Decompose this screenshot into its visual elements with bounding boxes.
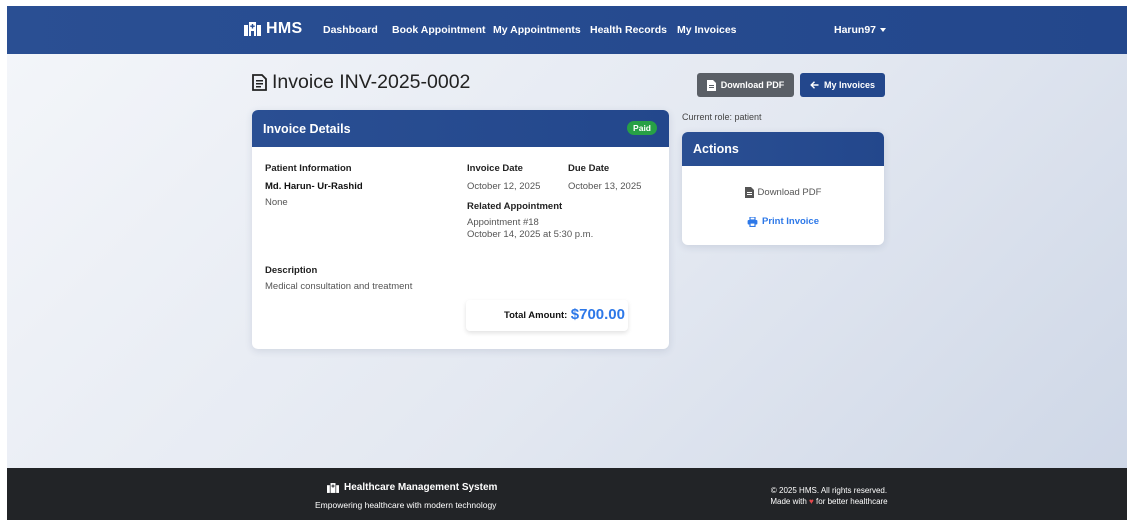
action-print-invoice-label: Print Invoice: [761, 216, 819, 227]
total-amount-value: $700.00: [570, 306, 625, 323]
due-date-label: Due Date: [568, 163, 610, 174]
made-with-suffix: for better healthcare: [816, 497, 888, 506]
due-date: October 13, 2025: [568, 181, 642, 192]
caret-down-icon: [880, 28, 887, 32]
hospital-icon: [327, 482, 339, 493]
nav-my-invoices[interactable]: My Invoices: [677, 24, 737, 36]
actions-title: Actions: [693, 142, 739, 156]
patient-name: Md. Harun- Ur-Rashid: [265, 181, 363, 192]
status-badge: Paid: [627, 121, 657, 135]
total-amount-box: Total Amount: $700.00: [466, 300, 628, 331]
footer-title: Healthcare Management System: [327, 482, 497, 493]
nav-my-appointments[interactable]: My Appointments: [493, 24, 581, 36]
actions-card-header: Actions: [682, 132, 884, 166]
footer: Healthcare Management System Empowering …: [7, 468, 1127, 520]
heart-icon: ♥: [809, 497, 814, 506]
related-appointment-datetime: October 14, 2025 at 5:30 p.m.: [467, 229, 594, 240]
total-amount-label: Total Amount:: [504, 310, 568, 321]
navbar: HMS Dashboard Book Appointment My Appoin…: [7, 6, 1127, 54]
my-invoices-button[interactable]: My Invoices: [800, 73, 885, 97]
invoice-details-card: Invoice Details Paid Patient Information…: [252, 110, 669, 349]
footer-copyright-block: © 2025 HMS. All rights reserved. Made wi…: [759, 485, 899, 507]
user-menu[interactable]: Harun97: [834, 24, 887, 36]
related-appointment: Appointment #18: [467, 217, 539, 228]
action-print-invoice[interactable]: Print Invoice: [682, 216, 884, 227]
patient-extra: None: [265, 197, 288, 208]
nav-book-appointment[interactable]: Book Appointment: [392, 24, 486, 36]
brand-text: HMS: [266, 20, 303, 37]
invoice-icon: [252, 74, 267, 91]
file-pdf-icon: [706, 79, 716, 91]
download-pdf-label: Download PDF: [720, 80, 785, 90]
printer-icon: [747, 216, 758, 227]
description-text: Medical consultation and treatment: [265, 281, 413, 292]
made-with-prefix: Made with: [770, 497, 807, 506]
invoice-card-header: Invoice Details Paid: [252, 110, 669, 147]
action-download-pdf-label: Download PDF: [757, 187, 822, 198]
related-appointment-label: Related Appointment: [467, 201, 563, 212]
arrow-left-icon: [810, 81, 819, 89]
hospital-icon: [244, 22, 261, 36]
page-title: Invoice INV-2025-0002: [252, 71, 470, 94]
current-role: Current role: patient: [682, 112, 762, 122]
nav-dashboard[interactable]: Dashboard: [323, 24, 378, 36]
app-frame: HMS Dashboard Book Appointment My Appoin…: [7, 6, 1127, 520]
actions-card: Actions Download PDF Print Invoice: [682, 132, 884, 245]
file-pdf-icon: [744, 187, 754, 198]
my-invoices-label: My Invoices: [823, 80, 876, 90]
footer-copyright: © 2025 HMS. All rights reserved.: [770, 486, 888, 495]
invoice-card-title: Invoice Details: [263, 121, 351, 136]
nav-health-records[interactable]: Health Records: [590, 24, 667, 36]
brand-logo[interactable]: HMS: [244, 20, 302, 38]
invoice-date: October 12, 2025: [467, 181, 541, 192]
footer-tagline: Empowering healthcare with modern techno…: [315, 500, 497, 510]
action-download-pdf[interactable]: Download PDF: [682, 187, 884, 198]
footer-title-text: Healthcare Management System: [344, 482, 498, 493]
patient-info-label: Patient Information: [265, 163, 352, 174]
page-title-text: Invoice INV-2025-0002: [272, 71, 471, 93]
invoice-date-label: Invoice Date: [467, 163, 523, 174]
download-pdf-button[interactable]: Download PDF: [697, 73, 794, 97]
description-label: Description: [265, 265, 318, 276]
user-name: Harun97: [834, 24, 877, 36]
footer-made-with: Made with ♥ for better healthcare: [759, 496, 899, 507]
